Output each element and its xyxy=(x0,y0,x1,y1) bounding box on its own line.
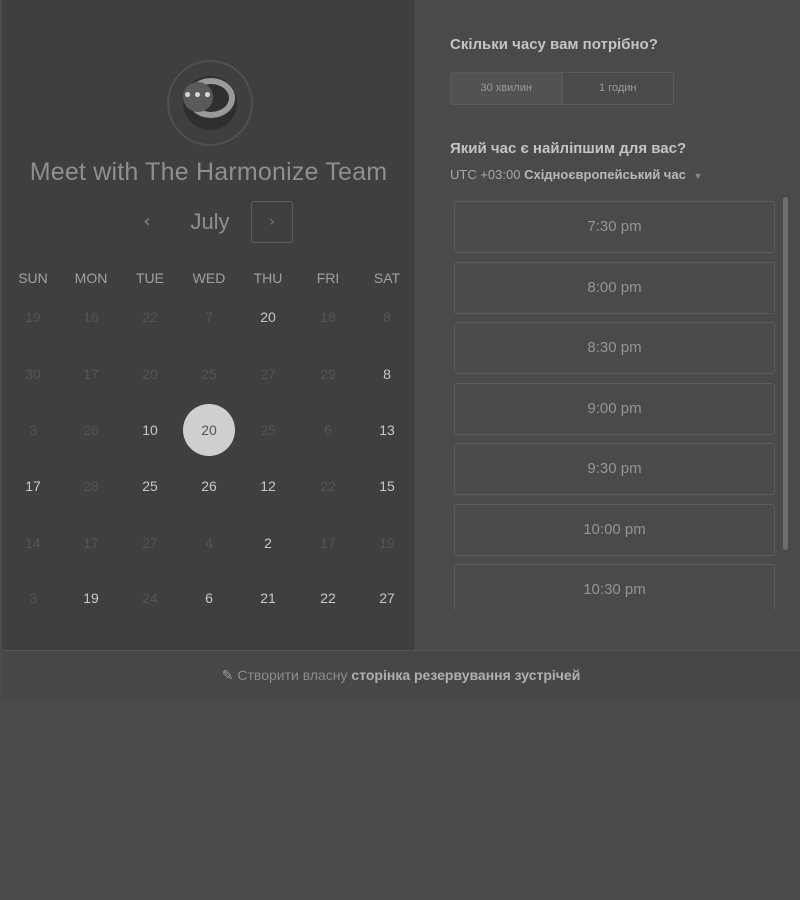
calendar-day: 18 xyxy=(320,309,336,325)
weekday-label: SAT xyxy=(373,270,401,286)
calendar-day[interactable]: 22 xyxy=(303,590,353,606)
calendar-day: 4 xyxy=(205,535,213,551)
calendar-day: 3 xyxy=(29,590,37,606)
caret-down-icon: ▼ xyxy=(693,171,703,181)
time-slot-button[interactable]: 9:30 pm xyxy=(454,443,775,495)
duration-selector: 30 хвилин 1 годин xyxy=(450,72,674,105)
calendar-day: 19 xyxy=(25,309,41,325)
booking-panel: Скільки часу вам потрібно? 30 хвилин 1 г… xyxy=(415,0,800,650)
calendar-day[interactable]: 8 xyxy=(362,366,412,382)
calendar-day-selected[interactable]: 20 xyxy=(183,404,235,456)
calendar-day: 22 xyxy=(320,478,336,494)
weekday-label: WED xyxy=(192,270,226,286)
calendar-day: 25 xyxy=(260,422,276,438)
time-slot-button[interactable]: 10:30 pm xyxy=(454,564,775,610)
calendar-day: 29 xyxy=(320,366,336,382)
weekday-label: SUN xyxy=(18,270,48,286)
calendar-day: 17 xyxy=(83,535,99,551)
calendar-day[interactable]: 2 xyxy=(243,535,293,551)
weekday-label: MON xyxy=(74,270,108,286)
time-slot-button[interactable]: 10:00 pm xyxy=(454,503,775,556)
calendar-day[interactable]: 17 xyxy=(8,478,58,494)
calendar-day: 3 xyxy=(29,422,37,438)
timezone-name: Східноєвропейський час xyxy=(524,167,686,182)
weekday-label: THU xyxy=(253,270,283,286)
calendar-day[interactable]: 26 xyxy=(184,478,234,494)
duration-option-30-min[interactable]: 30 хвилин xyxy=(451,73,563,104)
calendar-day[interactable]: 25 xyxy=(125,478,175,494)
team-logo: ••• xyxy=(167,60,253,146)
chevron-left-icon: ‹ xyxy=(143,211,151,232)
calendar-day: 25 xyxy=(201,366,217,382)
timezone-selector[interactable]: UTC +03:00 Східноєвропейський час ▼ xyxy=(450,167,702,182)
time-slot-list: 7:30 pm 8:00 pm 8:30 pm 9:00 pm 9:30 pm 10:00… xyxy=(454,200,776,610)
calendar-day: 17 xyxy=(83,366,99,382)
calendar-day: 7 xyxy=(205,309,213,325)
month-label: July xyxy=(190,209,230,234)
time-slot-button[interactable]: 8:00 pm xyxy=(454,261,775,314)
calendar-day: 24 xyxy=(142,590,158,606)
calendar-day: 27 xyxy=(142,535,158,551)
calendar-day[interactable]: 15 xyxy=(362,478,412,494)
calendar-day: 20 xyxy=(142,366,158,382)
calendar-day: 14 xyxy=(25,535,41,551)
calendar-day[interactable]: 13 xyxy=(362,422,412,438)
time-slot-button[interactable]: 7:30 pm xyxy=(454,201,775,253)
slot-list-scrollbar[interactable] xyxy=(783,197,788,550)
logo-dots-background: ••• xyxy=(183,82,213,112)
footer-link-text: сторінка резервування зустрічей xyxy=(351,667,581,683)
calendar-day: 6 xyxy=(324,422,332,438)
time-question: Який час є найліпшим для вас? xyxy=(450,140,687,157)
calendar-day[interactable]: 10 xyxy=(125,422,175,438)
footer-link[interactable]: ✎ Створити власну сторінка резервування з… xyxy=(2,650,800,700)
calendar-day[interactable]: 19 xyxy=(66,590,116,606)
duration-question: Скільки часу вам потрібно? xyxy=(450,36,658,53)
booking-page: ••• Meet with The Harmonize Team ‹ July … xyxy=(0,0,800,700)
calendar-day: 30 xyxy=(25,366,41,382)
calendar-day[interactable]: 20 xyxy=(243,309,293,325)
calendar-day[interactable]: 6 xyxy=(184,590,234,606)
calendar-day[interactable]: 12 xyxy=(243,478,293,494)
prev-month-button[interactable]: ‹ xyxy=(132,203,162,241)
weekday-label: TUE xyxy=(136,270,164,286)
ellipsis-icon: ••• xyxy=(183,88,213,104)
next-month-button[interactable]: › xyxy=(251,201,293,243)
calendar-day: 19 xyxy=(379,535,395,551)
calendar-day: 22 xyxy=(142,309,158,325)
calendar-day: 26 xyxy=(83,422,99,438)
timezone-offset: UTC +03:00 xyxy=(450,167,521,182)
calendar-day[interactable]: 27 xyxy=(362,590,412,606)
calendar-day: 27 xyxy=(260,366,276,382)
calendar-day: 17 xyxy=(320,535,336,551)
chevron-right-icon: › xyxy=(269,214,275,230)
calendar-panel: ••• Meet with The Harmonize Team ‹ July … xyxy=(2,0,415,650)
calendar-day: 28 xyxy=(83,478,99,494)
calendar-day: 8 xyxy=(383,309,391,325)
calendar-day[interactable]: 21 xyxy=(243,590,293,606)
pencil-icon: ✎ xyxy=(221,667,234,683)
time-slot-button[interactable]: 9:00 pm xyxy=(454,382,775,435)
calendar-day: 16 xyxy=(83,309,99,325)
duration-option-1-hour[interactable]: 1 годин xyxy=(563,73,674,104)
time-slot-button[interactable]: 8:30 pm xyxy=(454,322,775,374)
weekday-label: FRI xyxy=(316,270,340,286)
footer-prefix: Створити власну xyxy=(237,667,348,683)
page-title: Meet with The Harmonize Team xyxy=(29,158,388,186)
